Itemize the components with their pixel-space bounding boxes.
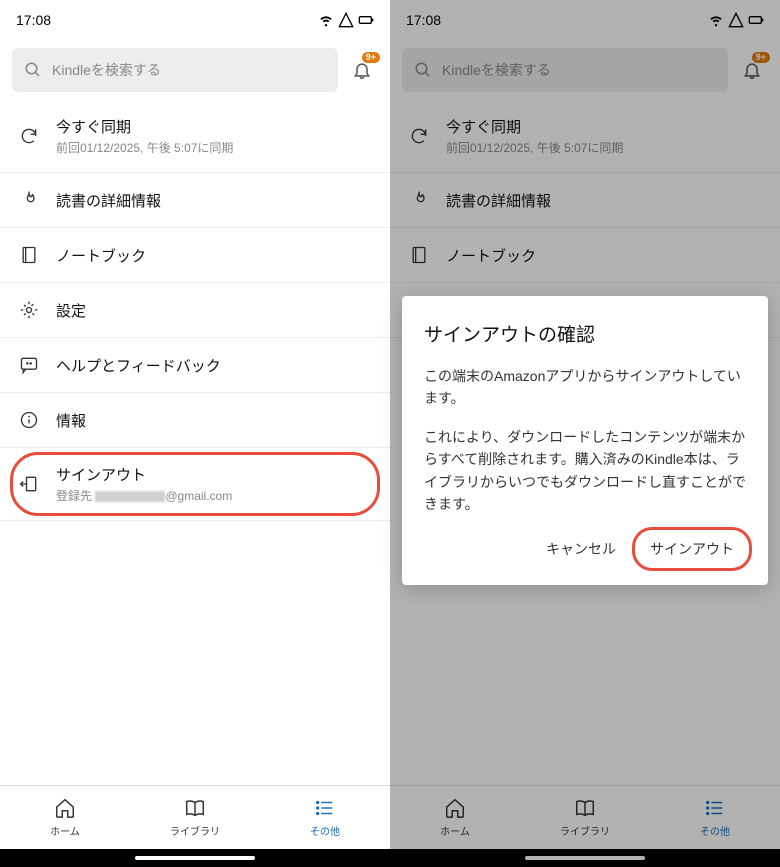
notification-badge: 9+ bbox=[752, 52, 770, 63]
wifi-icon bbox=[708, 12, 724, 28]
menu-settings-title: 設定 bbox=[56, 300, 86, 321]
info-icon bbox=[18, 409, 40, 431]
menu-info-title: 情報 bbox=[56, 410, 86, 431]
wifi-icon bbox=[318, 12, 334, 28]
nav-home[interactable]: ホーム bbox=[0, 786, 130, 849]
signout-dialog: サインアウトの確認 この端末のAmazonアプリからサインアウトしています。 こ… bbox=[402, 296, 768, 585]
menu-notebook-title: ノートブック bbox=[56, 245, 146, 266]
menu-notebook[interactable]: ノートブック bbox=[0, 228, 390, 283]
dialog-text-2: これにより、ダウンロードしたコンテンツが端末からすべて削除されます。購入済みのK… bbox=[424, 426, 746, 516]
list-icon bbox=[704, 797, 726, 819]
menu-signout-sub: 登録先 @gmail.com bbox=[56, 487, 232, 504]
dialog-actions: キャンセル サインアウト bbox=[424, 531, 746, 567]
search-icon bbox=[414, 61, 432, 79]
book-icon bbox=[184, 797, 206, 819]
notebook-icon bbox=[18, 244, 40, 266]
menu-notebook[interactable]: ノートブック bbox=[390, 228, 780, 283]
search-placeholder: Kindleを検索する bbox=[442, 60, 551, 80]
nav-library-label: ライブラリ bbox=[560, 823, 610, 838]
screen-right: 17:08 Kindleを検索する 9+ 今すぐ同期前回01/12/2025, … bbox=[390, 0, 780, 867]
notifications-button[interactable]: 9+ bbox=[736, 54, 768, 86]
nav-library[interactable]: ライブラリ bbox=[520, 786, 650, 849]
list-icon bbox=[314, 797, 336, 819]
nav-more[interactable]: その他 bbox=[260, 786, 390, 849]
menu-sync-sub: 前回01/12/2025, 午後 5:07に同期 bbox=[446, 139, 623, 156]
chat-icon bbox=[18, 354, 40, 376]
flame-icon bbox=[408, 189, 430, 211]
status-time: 17:08 bbox=[406, 12, 441, 28]
menu-reading[interactable]: 読書の詳細情報 bbox=[390, 173, 780, 228]
bell-icon bbox=[742, 60, 762, 80]
nav-home-label: ホーム bbox=[440, 823, 470, 838]
home-icon bbox=[444, 797, 466, 819]
bottom-nav: ホーム ライブラリ その他 bbox=[390, 785, 780, 849]
status-icons bbox=[708, 12, 764, 28]
bottom-nav: ホーム ライブラリ その他 bbox=[0, 785, 390, 849]
notebook-icon bbox=[408, 244, 430, 266]
menu-notebook-title: ノートブック bbox=[446, 245, 536, 266]
signal-icon bbox=[338, 12, 354, 28]
nav-more-label: その他 bbox=[310, 823, 340, 838]
search-row: Kindleを検索する 9+ bbox=[390, 40, 780, 100]
menu-info[interactable]: 情報 bbox=[0, 393, 390, 448]
signal-icon bbox=[728, 12, 744, 28]
bell-icon bbox=[352, 60, 372, 80]
sync-icon bbox=[18, 125, 40, 147]
menu-sync[interactable]: 今すぐ同期前回01/12/2025, 午後 5:07に同期 bbox=[0, 100, 390, 173]
dialog-title: サインアウトの確認 bbox=[424, 320, 746, 347]
menu-help[interactable]: ヘルプとフィードバック bbox=[0, 338, 390, 393]
nav-more-label: その他 bbox=[700, 823, 730, 838]
notification-badge: 9+ bbox=[362, 52, 380, 63]
search-icon bbox=[24, 61, 42, 79]
search-row: Kindleを検索する 9+ bbox=[0, 40, 390, 100]
sync-icon bbox=[408, 125, 430, 147]
dialog-text-1: この端末のAmazonアプリからサインアウトしています。 bbox=[424, 365, 746, 410]
search-placeholder: Kindleを検索する bbox=[52, 60, 161, 80]
home-indicator bbox=[135, 856, 255, 860]
nav-home[interactable]: ホーム bbox=[390, 786, 520, 849]
nav-bar-bottom bbox=[0, 849, 390, 867]
status-bar: 17:08 bbox=[0, 0, 390, 40]
menu-signout-title: サインアウト bbox=[56, 464, 232, 485]
battery-icon bbox=[358, 12, 374, 28]
search-input[interactable]: Kindleを検索する bbox=[402, 48, 728, 92]
menu-reading-title: 読書の詳細情報 bbox=[56, 190, 161, 211]
book-icon bbox=[574, 797, 596, 819]
nav-bar-bottom bbox=[390, 849, 780, 867]
menu-list: 今すぐ同期前回01/12/2025, 午後 5:07に同期 読書の詳細情報 ノー… bbox=[0, 100, 390, 785]
search-input[interactable]: Kindleを検索する bbox=[12, 48, 338, 92]
battery-icon bbox=[748, 12, 764, 28]
redacted-email bbox=[95, 491, 165, 502]
status-icons bbox=[318, 12, 374, 28]
gear-icon bbox=[18, 299, 40, 321]
menu-settings[interactable]: 設定 bbox=[0, 283, 390, 338]
signout-icon bbox=[18, 473, 40, 495]
menu-reading[interactable]: 読書の詳細情報 bbox=[0, 173, 390, 228]
nav-more[interactable]: その他 bbox=[650, 786, 780, 849]
home-indicator bbox=[525, 856, 645, 860]
screen-left: 17:08 Kindleを検索する 9+ 今すぐ同期前回01/12/2025, … bbox=[0, 0, 390, 867]
menu-sync-sub: 前回01/12/2025, 午後 5:07に同期 bbox=[56, 139, 233, 156]
menu-sync-title: 今すぐ同期 bbox=[446, 116, 623, 137]
status-time: 17:08 bbox=[16, 12, 51, 28]
menu-sync[interactable]: 今すぐ同期前回01/12/2025, 午後 5:07に同期 bbox=[390, 100, 780, 173]
signout-confirm-button[interactable]: サインアウト bbox=[638, 531, 746, 567]
flame-icon bbox=[18, 189, 40, 211]
menu-signout[interactable]: サインアウト登録先 @gmail.com bbox=[0, 448, 390, 521]
nav-home-label: ホーム bbox=[50, 823, 80, 838]
cancel-button[interactable]: キャンセル bbox=[534, 531, 628, 567]
menu-reading-title: 読書の詳細情報 bbox=[446, 190, 551, 211]
notifications-button[interactable]: 9+ bbox=[346, 54, 378, 86]
status-bar: 17:08 bbox=[390, 0, 780, 40]
menu-sync-title: 今すぐ同期 bbox=[56, 116, 233, 137]
menu-help-title: ヘルプとフィードバック bbox=[56, 355, 221, 376]
nav-library[interactable]: ライブラリ bbox=[130, 786, 260, 849]
nav-library-label: ライブラリ bbox=[170, 823, 220, 838]
home-icon bbox=[54, 797, 76, 819]
